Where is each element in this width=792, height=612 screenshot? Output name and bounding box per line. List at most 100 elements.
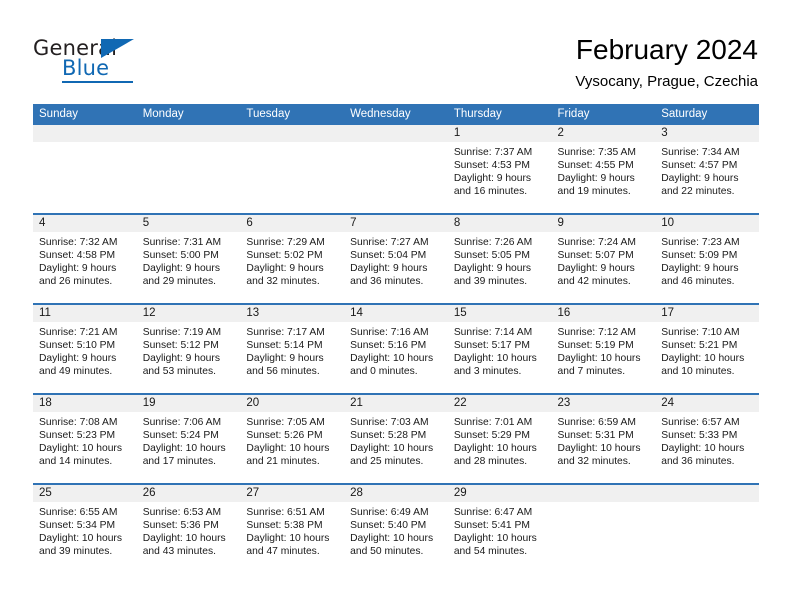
day-number: 24 [655, 395, 759, 412]
calendar-day-cell[interactable]: 18 Sunrise: 7:08 AM Sunset: 5:23 PM Dayligh… [33, 395, 137, 483]
sunset-text: Sunset: 5:36 PM [142, 520, 219, 532]
weekday-header-friday: Friday [557, 108, 590, 120]
calendar-day-cell[interactable]: 26 Sunrise: 6:53 AM Sunset: 5:36 PM Dayligh… [136, 485, 241, 573]
day-details: Sunrise: 7:37 AM Sunset: 4:53 PM Daylight:… [448, 142, 552, 213]
calendar-day-cell[interactable]: 15 Sunrise: 7:14 AM Sunset: 5:17 PM Dayligh… [447, 305, 552, 393]
calendar-day-cell[interactable]: 4 Sunrise: 7:32 AM Sunset: 4:58 PM Daylight… [33, 215, 137, 303]
calendar-day-cell[interactable]: 1 Sunrise: 7:37 AM Sunset: 4:53 PM Daylight… [447, 125, 552, 213]
daylight-text: and 36 minutes. [350, 276, 424, 288]
calendar-day-cell[interactable]: 9 Sunrise: 7:24 AM Sunset: 5:07 PM Daylight… [551, 215, 656, 303]
sunset-text: Sunset: 5:21 PM [661, 340, 738, 352]
calendar-day-cell[interactable]: 3 Sunrise: 7:34 AM Sunset: 4:57 PM Daylight… [655, 125, 759, 213]
calendar-day-cell[interactable]: 16 Sunrise: 7:12 AM Sunset: 5:19 PM Dayligh… [551, 305, 656, 393]
day-number: 28 [344, 485, 448, 502]
sunrise-text: Sunrise: 7:26 AM [453, 237, 533, 248]
sunrise-text: Sunrise: 7:35 AM [557, 147, 636, 158]
day-details: Sunrise: 6:51 AM Sunset: 5:38 PM Daylight:… [240, 502, 344, 573]
calendar-day-cell[interactable]: 7 Sunrise: 7:27 AM Sunset: 5:04 PM Daylight… [344, 215, 448, 303]
calendar-day-cell[interactable]: 6 Sunrise: 7:29 AM Sunset: 5:02 PM Daylight… [240, 215, 345, 303]
calendar-day-cell[interactable]: 2 Sunrise: 7:35 AM Sunset: 4:55 PM Daylight… [551, 125, 656, 213]
daylight-text: Daylight: 9 hours [557, 263, 635, 275]
calendar-day-cell[interactable]: 23 Sunrise: 6:59 AM Sunset: 5:31 PM Dayligh… [551, 395, 656, 483]
daylight-text: and 21 minutes. [246, 456, 320, 468]
sunset-text: Sunset: 4:58 PM [39, 250, 116, 262]
calendar-day-cell[interactable]: 24 Sunrise: 6:57 AM Sunset: 5:33 PM Dayligh… [655, 395, 759, 483]
daylight-text: Daylight: 10 hours [39, 443, 122, 455]
calendar-day-cell[interactable]: 11 Sunrise: 7:21 AM Sunset: 5:10 PM Dayligh… [33, 305, 137, 393]
daylight-text: Daylight: 10 hours [557, 353, 641, 365]
day-details: Sunrise: 7:06 AM Sunset: 5:24 PM Daylight:… [137, 412, 241, 483]
daylight-text: Daylight: 9 hours [661, 173, 739, 185]
calendar-day-cell[interactable]: 28 Sunrise: 6:49 AM Sunset: 5:40 PM Dayligh… [344, 485, 448, 573]
daylight-text: and 54 minutes. [453, 546, 528, 558]
calendar-day-cell[interactable]: 8 Sunrise: 7:26 AM Sunset: 5:05 PM Daylight… [447, 215, 552, 303]
day-details: Sunrise: 7:35 AM Sunset: 4:55 PM Daylight:… [552, 142, 656, 213]
calendar-day-cell[interactable]: 17 Sunrise: 7:10 AM Sunset: 5:21 PM Dayligh… [655, 305, 759, 393]
calendar-day-cell[interactable]: 25 Sunrise: 6:55 AM Sunset: 5:34 PM Dayligh… [33, 485, 137, 573]
day-details [552, 502, 656, 573]
sunset-text: Sunset: 5:17 PM [453, 340, 530, 352]
calendar-day-cell[interactable]: 21 Sunrise: 7:03 AM Sunset: 5:28 PM Dayligh… [344, 395, 448, 483]
day-number: 2 [551, 125, 656, 142]
calendar-day-cell[interactable]: 5 Sunrise: 7:31 AM Sunset: 5:00 PM Daylight… [136, 215, 241, 303]
calendar-day-cell[interactable]: 13 Sunrise: 7:17 AM Sunset: 5:14 PM Dayligh… [240, 305, 345, 393]
day-details: Sunrise: 6:57 AM Sunset: 5:33 PM Daylight:… [655, 412, 759, 483]
daylight-text: Daylight: 9 hours [39, 263, 117, 275]
day-details: Sunrise: 7:12 AM Sunset: 5:19 PM Daylight:… [552, 322, 656, 393]
day-number: 5 [136, 215, 241, 232]
daylight-text: Daylight: 9 hours [246, 263, 324, 275]
day-number [655, 485, 759, 502]
weekday-header-saturday: Saturday [661, 108, 708, 120]
sunset-text: Sunset: 5:34 PM [39, 520, 116, 532]
sunrise-text: Sunrise: 7:06 AM [142, 417, 222, 428]
calendar-day-cell[interactable]: 27 Sunrise: 6:51 AM Sunset: 5:38 PM Dayligh… [240, 485, 345, 573]
sunset-text: Sunset: 4:57 PM [661, 160, 738, 172]
sunset-text: Sunset: 5:33 PM [661, 430, 738, 442]
daylight-text: Daylight: 10 hours [350, 443, 434, 455]
weekday-header-wednesday: Wednesday [350, 108, 411, 120]
sunrise-text: Sunrise: 7:23 AM [661, 237, 740, 248]
sunset-text: Sunset: 5:38 PM [246, 520, 323, 532]
daylight-text: and 39 minutes. [453, 276, 528, 288]
sunrise-text: Sunrise: 7:12 AM [557, 327, 636, 338]
calendar-day-cell[interactable]: 19 Sunrise: 7:06 AM Sunset: 5:24 PM Dayligh… [136, 395, 241, 483]
page-title: February 2024 [575, 34, 758, 65]
daylight-text: and 56 minutes. [246, 366, 320, 378]
day-details: Sunrise: 6:59 AM Sunset: 5:31 PM Daylight:… [552, 412, 656, 483]
sunset-text: Sunset: 5:14 PM [246, 340, 323, 352]
daylight-text: Daylight: 9 hours [661, 263, 739, 275]
daylight-text: and 42 minutes. [557, 276, 631, 288]
calendar-day-cell-empty [655, 485, 759, 573]
daylight-text: Daylight: 10 hours [661, 443, 745, 455]
sunset-text: Sunset: 5:26 PM [246, 430, 323, 442]
calendar-day-cell[interactable]: 20 Sunrise: 7:05 AM Sunset: 5:26 PM Dayligh… [240, 395, 345, 483]
sunset-text: Sunset: 5:29 PM [453, 430, 530, 442]
daylight-text: and 53 minutes. [142, 366, 216, 378]
calendar-week-row: 11 Sunrise: 7:21 AM Sunset: 5:10 PM Dayligh… [33, 303, 759, 393]
day-details: Sunrise: 7:10 AM Sunset: 5:21 PM Daylight:… [655, 322, 759, 393]
sunrise-text: Sunrise: 6:59 AM [557, 417, 636, 428]
day-number: 9 [551, 215, 656, 232]
general-blue-logo[interactable]: General Blue [33, 38, 233, 88]
daylight-text: Daylight: 9 hours [39, 353, 117, 365]
daylight-text: Daylight: 9 hours [142, 353, 220, 365]
calendar-day-cell[interactable]: 29 Sunrise: 6:47 AM Sunset: 5:41 PM Dayligh… [447, 485, 552, 573]
calendar-day-cell[interactable]: 22 Sunrise: 7:01 AM Sunset: 5:29 PM Dayligh… [447, 395, 552, 483]
daylight-text: and 10 minutes. [661, 366, 735, 378]
sunset-text: Sunset: 5:23 PM [39, 430, 116, 442]
sunrise-text: Sunrise: 7:19 AM [142, 327, 222, 338]
day-details: Sunrise: 7:03 AM Sunset: 5:28 PM Daylight:… [344, 412, 448, 483]
weekday-header-sunday: Sunday [39, 108, 79, 120]
sunrise-text: Sunrise: 7:34 AM [661, 147, 740, 158]
calendar-day-cell[interactable]: 12 Sunrise: 7:19 AM Sunset: 5:12 PM Dayligh… [136, 305, 241, 393]
calendar-day-cell-empty [240, 125, 345, 213]
calendar-day-cell[interactable]: 10 Sunrise: 7:23 AM Sunset: 5:09 PM Dayligh… [655, 215, 759, 303]
sunrise-text: Sunrise: 7:17 AM [246, 327, 325, 338]
day-details: Sunrise: 7:34 AM Sunset: 4:57 PM Daylight:… [655, 142, 759, 213]
sunset-text: Sunset: 4:53 PM [453, 160, 530, 172]
daylight-text: and 49 minutes. [39, 366, 113, 378]
calendar-week-row: 25 Sunrise: 6:55 AM Sunset: 5:34 PM Dayligh… [33, 483, 759, 573]
daylight-text: Daylight: 9 hours [246, 353, 324, 365]
logo-text-blue: Blue [62, 56, 110, 80]
calendar-day-cell[interactable]: 14 Sunrise: 7:16 AM Sunset: 5:16 PM Dayligh… [344, 305, 448, 393]
